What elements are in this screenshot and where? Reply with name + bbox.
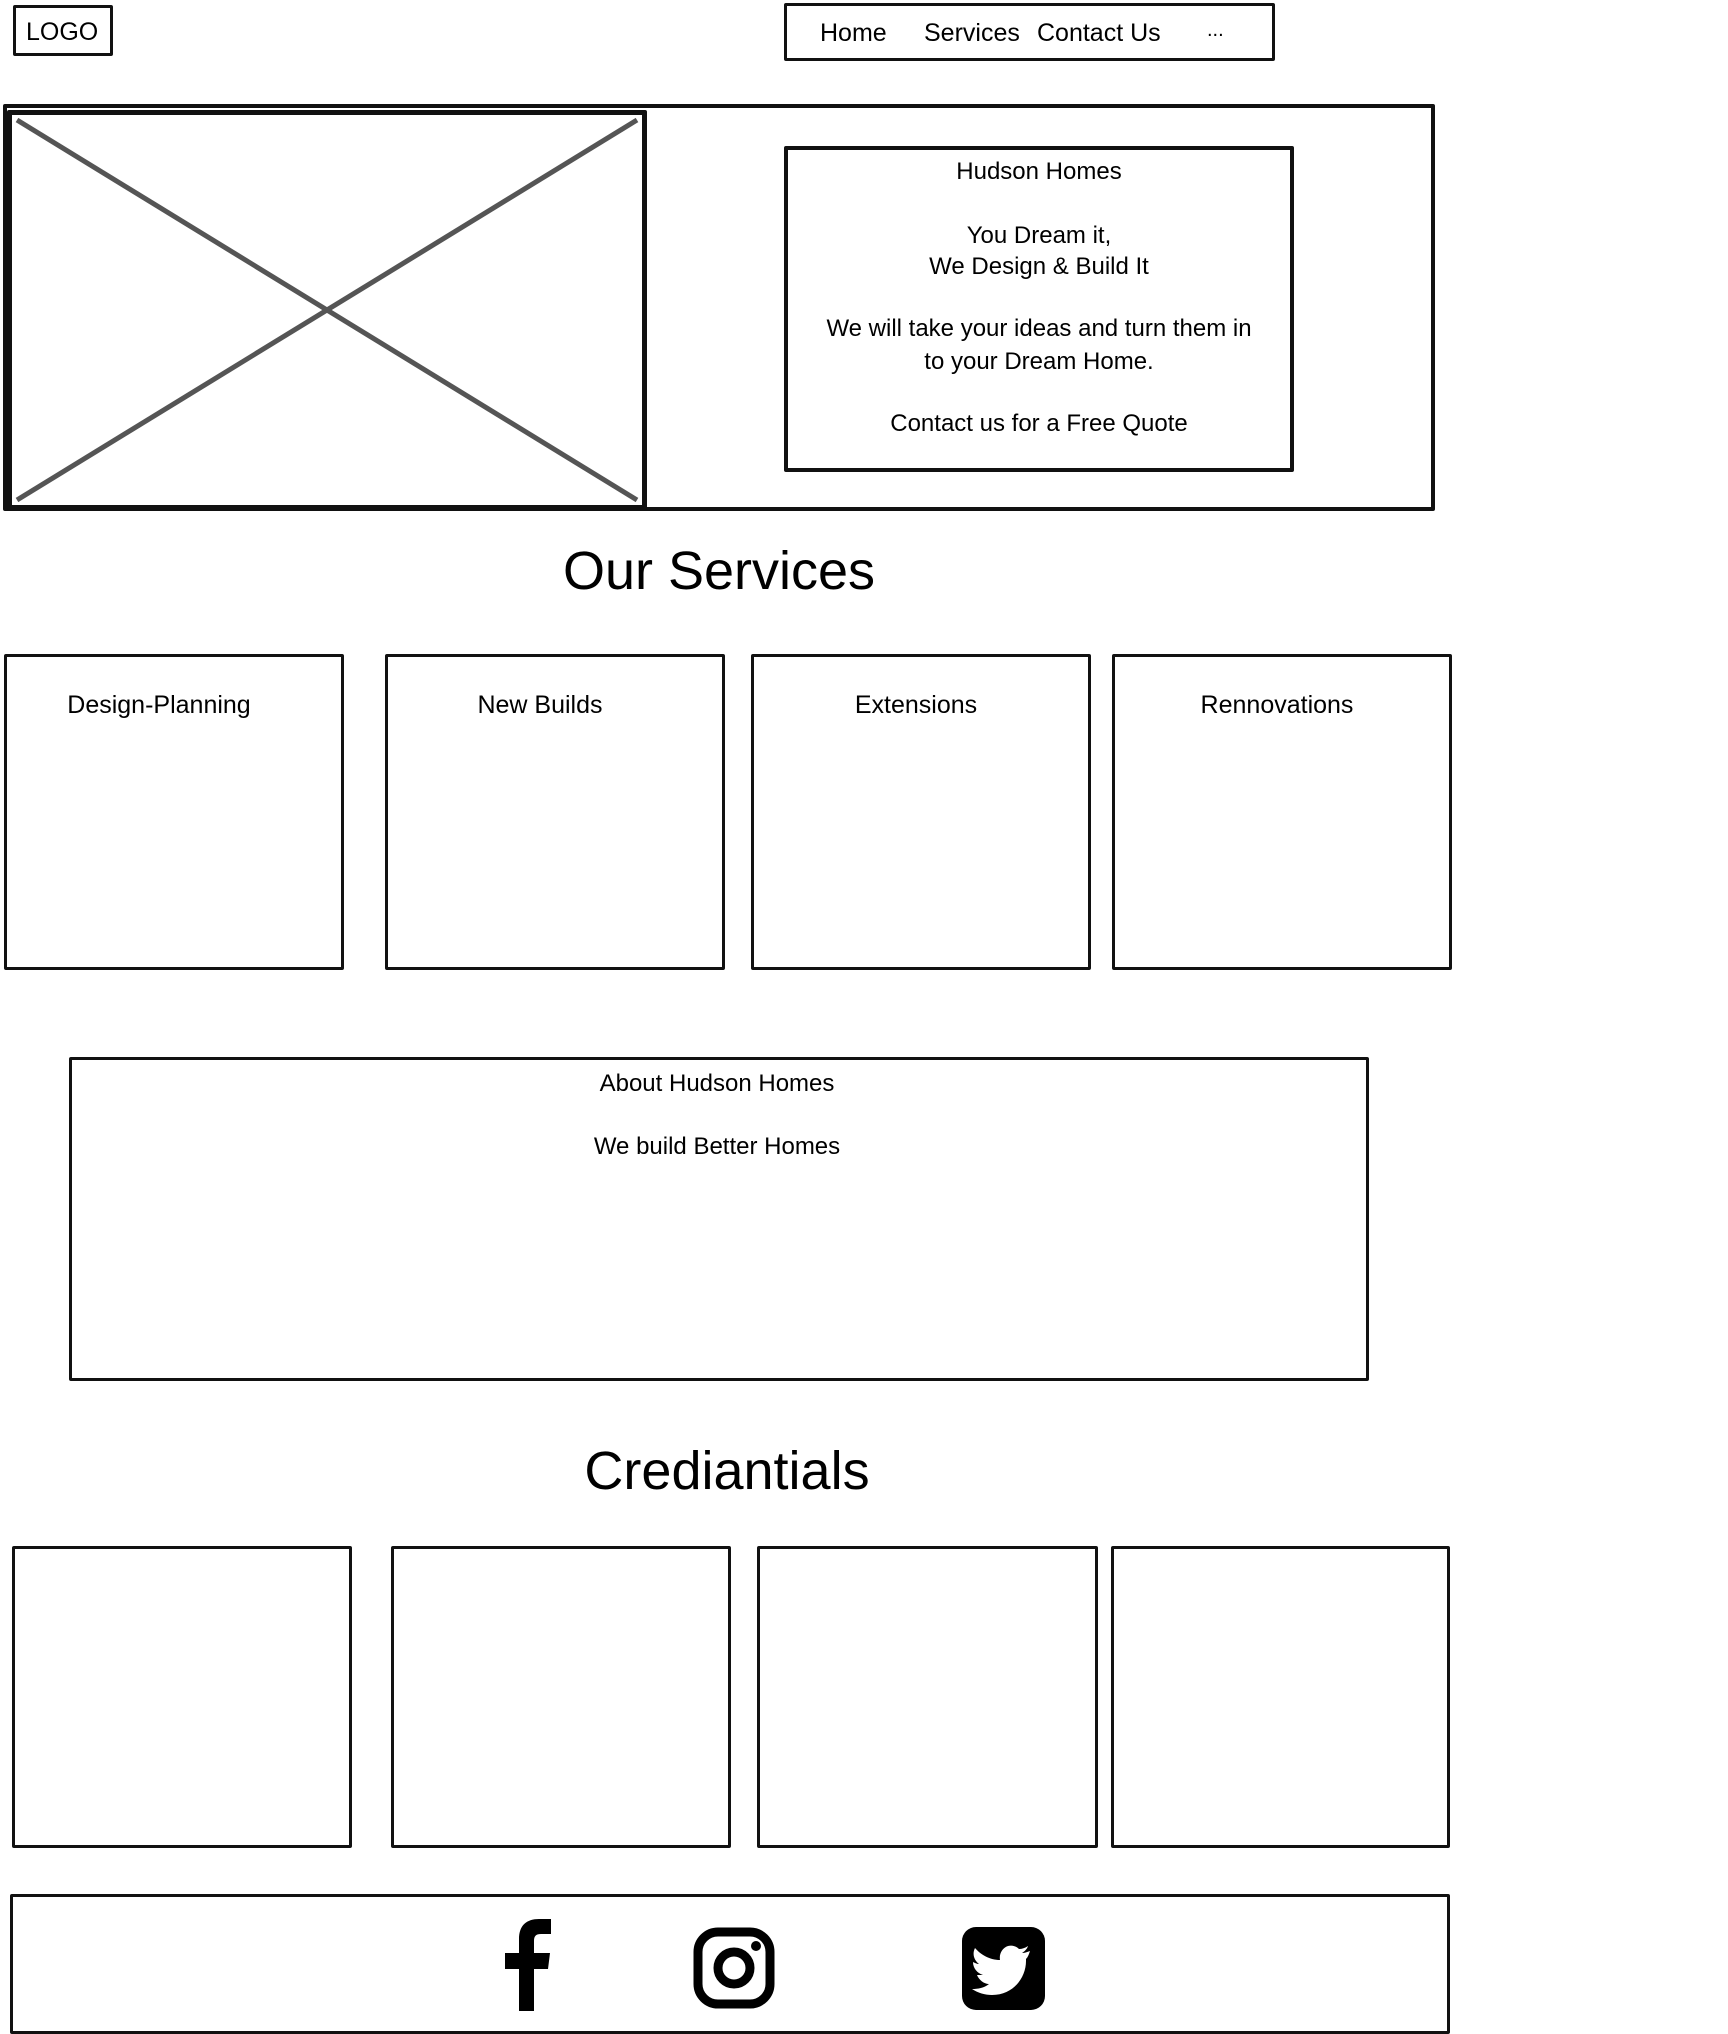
services-heading: Our Services (562, 541, 876, 601)
service-card-new-builds[interactable]: New Builds (385, 654, 725, 970)
hero-cta[interactable]: Contact us for a Free Quote (788, 410, 1290, 438)
service-card-extensions[interactable]: Extensions (751, 654, 1091, 970)
hero-title: Hudson Homes (956, 158, 1122, 185)
logo[interactable]: LOGO (13, 5, 113, 56)
facebook-icon[interactable] (503, 1919, 553, 2011)
hero-tagline-2: We Design & Build It (929, 253, 1149, 280)
instagram-icon[interactable] (693, 1927, 775, 2009)
hero-body-2: to your Dream Home. (924, 348, 1154, 375)
hero-image-placeholder (7, 110, 647, 510)
about-text: We build Better Homes (593, 1133, 841, 1160)
twitter-icon[interactable] (962, 1927, 1045, 2010)
service-card-design-planning[interactable]: Design-Planning (4, 654, 344, 970)
image-placeholder-icon (15, 117, 639, 503)
hero-tagline-1: You Dream it, (966, 222, 1112, 249)
credentials-heading: Crediantials (584, 1441, 870, 1501)
hero-body-1: We will take your ideas and turn them in (826, 315, 1252, 342)
service-label: New Builds (477, 691, 603, 719)
footer (10, 1894, 1450, 2034)
service-label: Extensions (854, 691, 978, 719)
credential-card (757, 1546, 1098, 1848)
about-section: About Hudson Homes We build Better Homes (69, 1057, 1369, 1381)
service-label: Design-Planning (67, 691, 251, 719)
nav-home[interactable]: Home (820, 19, 887, 48)
nav-contact-us[interactable]: Contact Us (1037, 19, 1161, 48)
credential-card (12, 1546, 352, 1848)
main-nav: Home Services Contact Us ... (784, 3, 1275, 61)
nav-more[interactable]: ... (1207, 19, 1224, 42)
about-title: About Hudson Homes (599, 1070, 835, 1097)
logo-text: LOGO (26, 18, 99, 46)
service-card-renovations[interactable]: Rennovations (1112, 654, 1452, 970)
hero-section: Hudson Homes You Dream it, We Design & B… (3, 104, 1435, 511)
nav-services[interactable]: Services (924, 19, 1020, 48)
credential-card (391, 1546, 731, 1848)
service-label: Rennovations (1200, 691, 1354, 719)
credential-card (1111, 1546, 1450, 1848)
hero-text-box: Hudson Homes You Dream it, We Design & B… (784, 146, 1294, 472)
